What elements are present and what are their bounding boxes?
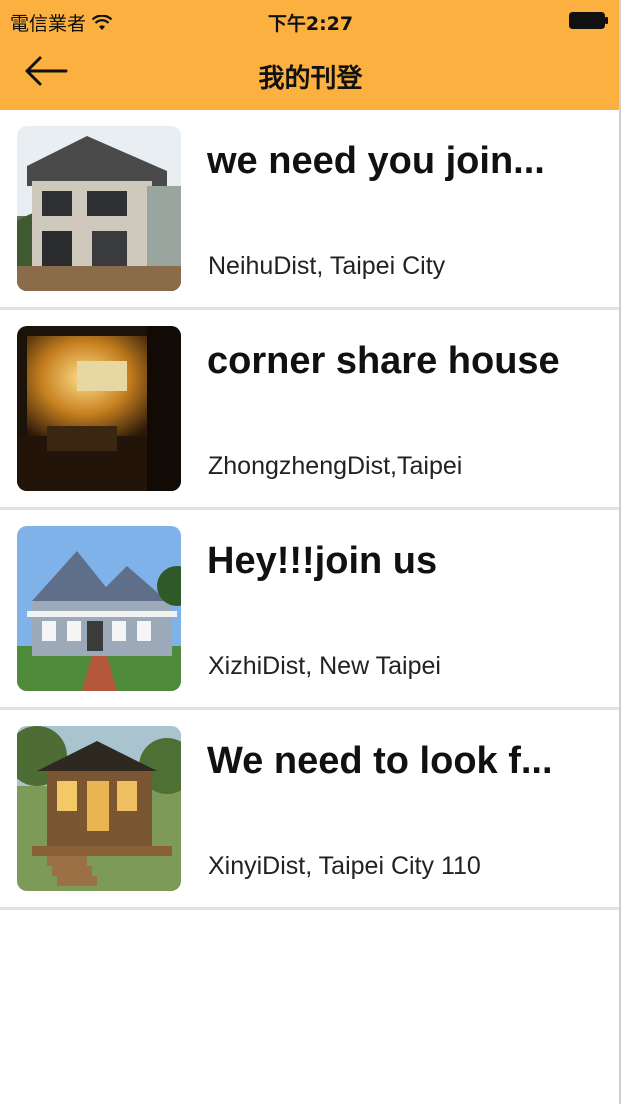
listing-item[interactable]: corner share house ZhongzhengDist,Taipei xyxy=(0,310,621,510)
listing-title: corner share house xyxy=(207,340,560,382)
listing-item[interactable]: Hey!!!join us XizhiDist, New Taipei xyxy=(0,510,621,710)
listing-title: we need you join... xyxy=(207,140,545,182)
header: 電信業者 下午2:27 我的刊登 xyxy=(0,0,621,110)
page-title: 我的刊登 xyxy=(258,64,363,94)
listing-item[interactable]: We need to look f... XinyiDist, Taipei C… xyxy=(0,710,621,910)
blue-house-photo xyxy=(17,526,181,691)
status-bar: 電信業者 下午2:27 xyxy=(0,0,621,40)
listing-location: XinyiDist, Taipei City 110 xyxy=(208,852,481,880)
listing-location: NeihuDist, Taipei City xyxy=(208,252,446,280)
listing-location: ZhongzhengDist,Taipei xyxy=(208,452,463,480)
room-photo xyxy=(17,326,181,491)
status-time: 下午2:27 xyxy=(267,13,354,35)
listing-item[interactable]: we need you join... NeihuDist, Taipei Ci… xyxy=(0,110,621,310)
house-photo xyxy=(17,126,181,291)
tiny-house-photo xyxy=(17,726,181,891)
listing-location: XizhiDist, New Taipei xyxy=(208,652,441,680)
listing-title: We need to look f... xyxy=(207,740,553,782)
navigation-bar: 我的刊登 xyxy=(0,40,621,110)
listing-title: Hey!!!join us xyxy=(207,540,438,582)
app-screen: 電信業者 下午2:27 我的刊登 we need you join... Nei… xyxy=(0,0,621,1104)
battery-icon xyxy=(569,12,608,29)
listing-list: we need you join... NeihuDist, Taipei Ci… xyxy=(0,110,621,910)
